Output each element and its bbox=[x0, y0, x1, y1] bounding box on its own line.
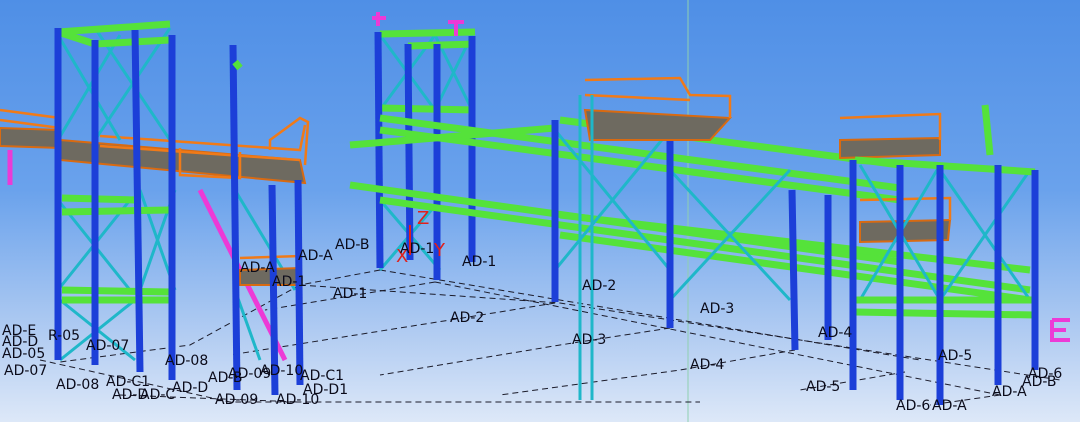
left-tower[interactable] bbox=[54, 20, 177, 380]
grid-label: AD-C bbox=[140, 387, 175, 403]
middle-left-frame[interactable] bbox=[197, 44, 304, 396]
grid-label: AD-4 bbox=[818, 325, 852, 341]
grid-label: AD-05 bbox=[2, 346, 45, 362]
grid-label: AD-B bbox=[1022, 374, 1057, 390]
left-walkway[interactable] bbox=[0, 108, 310, 185]
grid-label: AD-2 bbox=[582, 278, 616, 294]
grid-label: AD-10 bbox=[260, 363, 303, 379]
grid-label: AD-4 bbox=[690, 357, 724, 373]
model-3d-viewport[interactable]: Z X Y AD-B AD-A AD-1 AD-1 AD-1 AD-A AD-1… bbox=[0, 0, 1080, 422]
grid-label: AD-3 bbox=[572, 332, 606, 348]
grid-label: AD-1 bbox=[272, 274, 306, 290]
grid-label: AD-A bbox=[240, 260, 275, 276]
grid-label: AD-1 bbox=[400, 241, 434, 257]
steel-structure-model[interactable]: Z X Y AD-B AD-A AD-1 AD-1 AD-1 AD-A AD-1… bbox=[0, 0, 1080, 422]
grid-label: AD-5 bbox=[806, 379, 840, 395]
grid-label: AD-5 bbox=[938, 348, 972, 364]
grid-label: AD-2 bbox=[450, 310, 484, 326]
grid-label: AD-A bbox=[298, 248, 333, 264]
grid-label: AD-1 bbox=[462, 254, 496, 270]
axis-y-label: Y bbox=[433, 240, 446, 261]
center-tower[interactable] bbox=[372, 12, 476, 280]
grid-label: AD-07 bbox=[4, 363, 47, 379]
grid-label: R-05 bbox=[48, 328, 80, 344]
grid-label: AD-09 bbox=[215, 392, 258, 408]
grid-label: AD-B bbox=[335, 237, 370, 253]
grid-label: AD-08 bbox=[165, 353, 208, 369]
grid-label: AD-D1 bbox=[303, 382, 348, 398]
grid-label: AD-07 bbox=[86, 338, 129, 354]
grid-label: AD-D bbox=[172, 380, 208, 396]
grid-label: AD-08 bbox=[56, 377, 99, 393]
axis-z-label: Z bbox=[417, 208, 429, 229]
grid-label: AD-1 bbox=[333, 286, 367, 302]
grid-label: AD-A bbox=[932, 398, 967, 414]
grid-label: AD-3 bbox=[700, 301, 734, 317]
grid-label: AD-6 bbox=[896, 398, 930, 414]
